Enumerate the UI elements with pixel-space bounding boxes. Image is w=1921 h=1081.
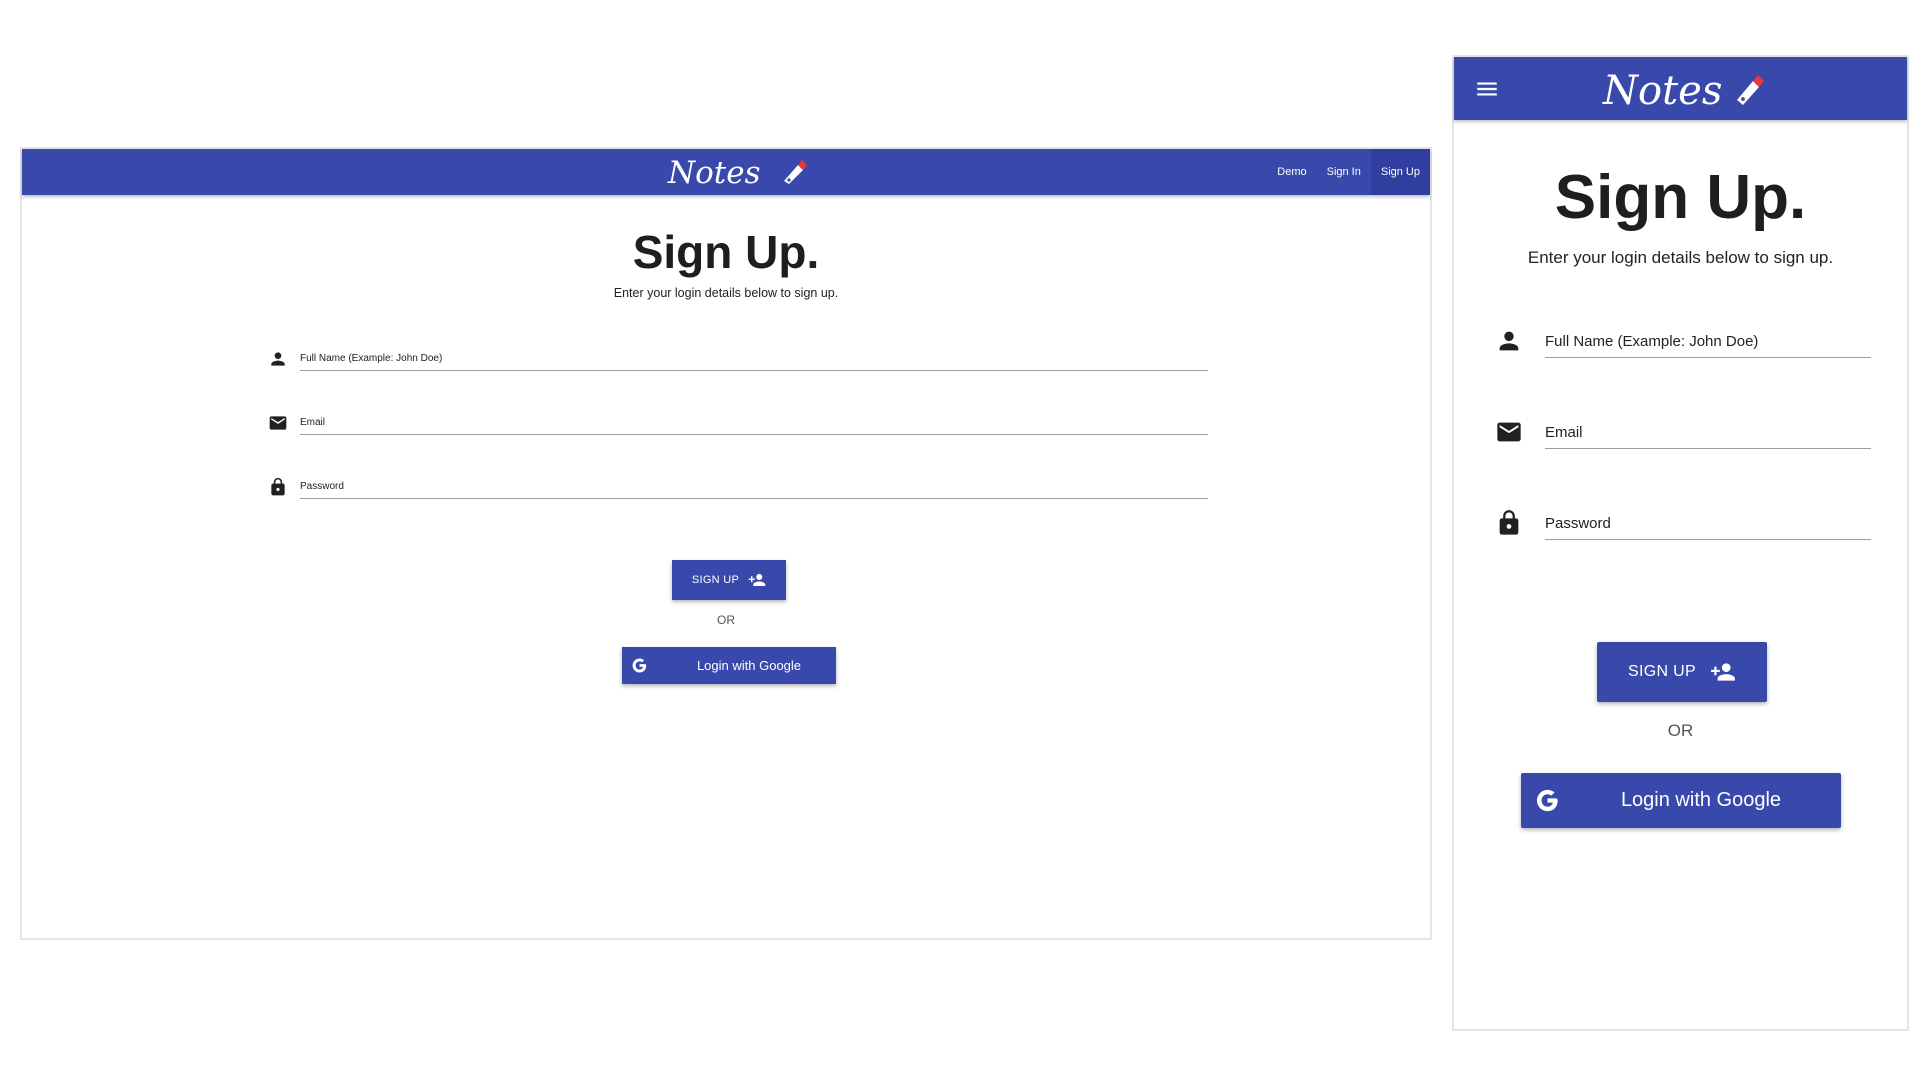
sign-up-label: SIGN UP — [691, 574, 740, 586]
logo-text: Notes — [667, 155, 761, 191]
mobile-email-input[interactable] — [1545, 416, 1871, 449]
mobile-sign-up-button[interactable]: SIGN UP — [1597, 642, 1767, 702]
mobile-email-field — [1495, 416, 1871, 456]
mobile-password-field — [1495, 507, 1871, 547]
password-field — [268, 475, 1208, 505]
login-google-button[interactable]: Login with Google — [622, 647, 836, 684]
pen-icon — [1737, 75, 1764, 105]
mobile-full-name-input[interactable] — [1545, 325, 1871, 358]
mobile-view: Notes Sign Up. Enter your login details … — [1452, 55, 1909, 1031]
pen-icon — [784, 160, 807, 184]
nav-sign-up[interactable]: Sign Up — [1370, 149, 1430, 195]
email-input[interactable] — [300, 411, 1208, 435]
mobile-full-name-field — [1495, 325, 1871, 365]
mail-icon — [269, 416, 287, 430]
sign-up-button[interactable]: SIGN UP — [672, 560, 786, 600]
nav-links: Demo Sign In Sign Up — [1267, 149, 1430, 195]
nav-demo[interactable]: Demo — [1267, 149, 1316, 195]
or-divider: OR — [717, 613, 735, 627]
login-google-label: Login with Google — [696, 658, 802, 673]
full-name-field — [268, 347, 1208, 377]
google-icon — [632, 658, 647, 673]
page-title: Sign Up. — [632, 226, 820, 278]
notes-logo[interactable]: Notes — [664, 151, 814, 193]
desktop-view: Notes Demo Sign In Sign Up Sign Up. Ente… — [20, 147, 1432, 940]
person-icon — [1499, 331, 1519, 351]
mobile-logo-text: Notes — [1602, 68, 1722, 114]
nav-sign-in[interactable]: Sign In — [1317, 149, 1371, 195]
google-icon — [1536, 789, 1558, 812]
navbar: Notes Demo Sign In Sign Up — [22, 149, 1430, 195]
hamburger-menu-icon[interactable] — [1474, 76, 1500, 102]
mobile-page-title: Sign Up. — [1554, 163, 1807, 232]
mobile-or-divider: OR — [1667, 721, 1694, 740]
page-subtitle: Enter your login details below to sign u… — [613, 286, 839, 300]
mobile-sign-up-label: SIGN UP — [1628, 663, 1696, 680]
lock-icon — [1499, 510, 1519, 535]
lock-icon — [271, 477, 285, 496]
mobile-login-google-button[interactable]: Login with Google — [1521, 773, 1841, 828]
mobile-navbar: Notes — [1454, 57, 1907, 120]
full-name-input[interactable] — [300, 347, 1208, 371]
mail-icon — [1497, 422, 1521, 442]
mobile-notes-logo[interactable]: Notes — [1599, 62, 1769, 116]
mobile-password-input[interactable] — [1545, 507, 1871, 540]
password-input[interactable] — [300, 475, 1208, 499]
email-field — [268, 411, 1208, 441]
person-add-icon — [748, 574, 766, 586]
person-icon — [271, 352, 285, 366]
mobile-page-subtitle: Enter your login details below to sign u… — [1527, 248, 1834, 267]
mobile-login-google-label: Login with Google — [1620, 789, 1782, 811]
person-add-icon — [1711, 663, 1735, 681]
